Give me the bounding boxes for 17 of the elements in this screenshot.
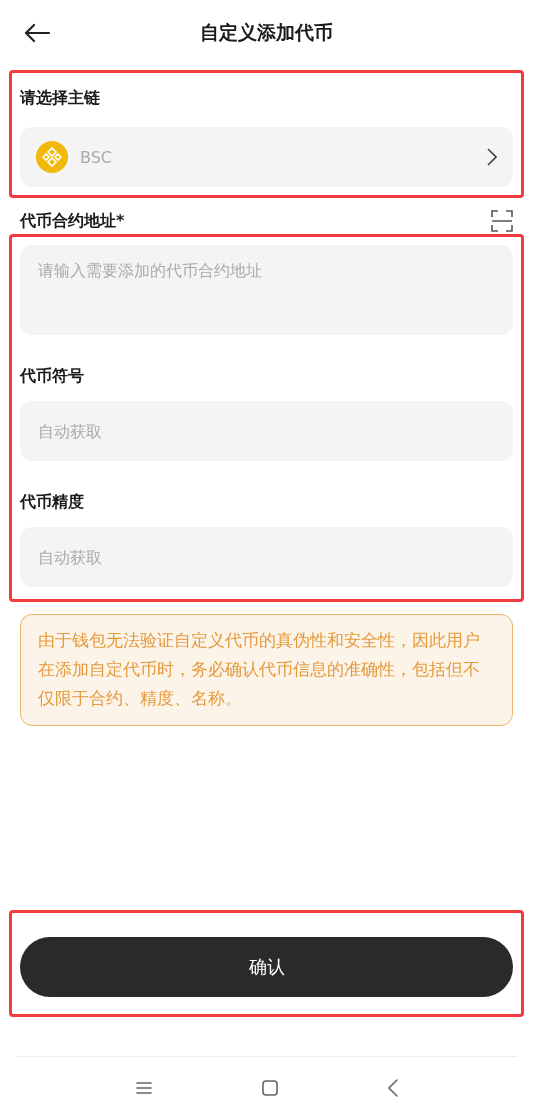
warning-notice: 由于钱包无法验证自定义代币的真伪性和安全性，因此用户在添加自定代币时，务必确认代币信息的准确性，包括但不仅限于合约、精度、名称。 [20, 614, 513, 726]
chevron-right-icon [487, 148, 497, 166]
back-icon[interactable] [387, 1079, 398, 1097]
menu-icon[interactable] [135, 1081, 152, 1095]
bnb-coin-icon [36, 141, 68, 173]
page-title: 自定义添加代币 [200, 20, 333, 45]
token-symbol-field[interactable]: 自动获取 [20, 401, 513, 461]
field-label: 请选择主链 [20, 87, 101, 109]
token-precision-field[interactable]: 自动获取 [20, 527, 513, 587]
field-label: 代币精度 [20, 491, 85, 513]
confirm-button[interactable]: 确认 [20, 937, 513, 997]
back-arrow-icon[interactable] [24, 23, 50, 43]
contract-address-field[interactable]: 请输入需要添加的代币合约地址 [20, 245, 513, 335]
field-label: 代币合约地址* [20, 210, 125, 232]
home-icon[interactable] [261, 1080, 278, 1096]
scan-icon[interactable] [491, 210, 513, 232]
field-label: 代币符号 [20, 365, 85, 387]
